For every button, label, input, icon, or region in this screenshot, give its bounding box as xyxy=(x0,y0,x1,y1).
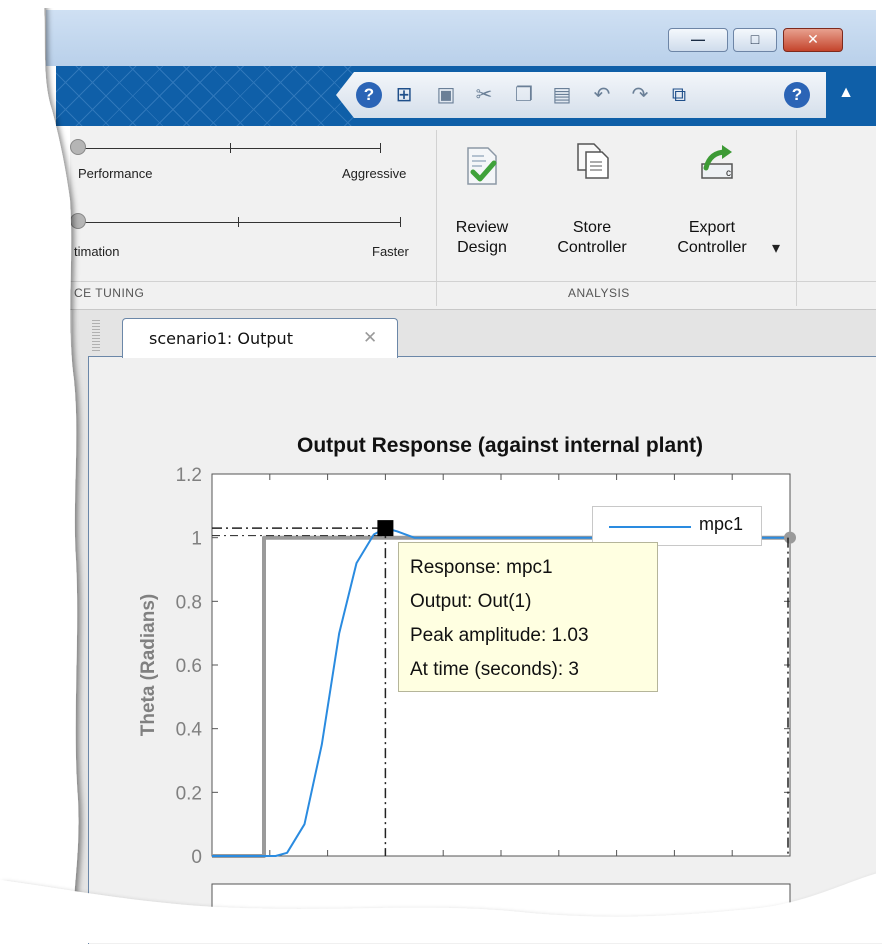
app-window: — □ ✕ ? ⊞ ▣ ✂ ❐ ▤ ↶ ↷ ⧉ ? ▲ Performance … xyxy=(0,0,882,944)
y-tick-label: 0.8 xyxy=(176,592,202,613)
datatip[interactable]: Response: mpc1 Output: Out(1) Peak ampli… xyxy=(398,542,658,692)
y-axis-label: Theta (Radians) xyxy=(138,594,159,737)
y-tick-label: 0 xyxy=(191,847,202,868)
datatip-output: Output: Out(1) xyxy=(410,591,532,612)
peak-marker xyxy=(377,520,394,537)
chart-title: Output Response (against internal plant) xyxy=(297,434,703,457)
y-tick-label: 0.2 xyxy=(176,783,202,804)
y-tick-label: 0.6 xyxy=(176,656,202,677)
y-tick-label: 1 xyxy=(191,529,202,550)
output-response-chart: Output Response (against internal plant)… xyxy=(138,434,796,943)
datatip-peak-amplitude: Peak amplitude: 1.03 xyxy=(410,625,589,646)
datatip-time: At time (seconds): 3 xyxy=(410,659,579,680)
series-end-marker xyxy=(784,531,796,544)
second-plot-area xyxy=(211,883,791,943)
y-tick-label: 0.4 xyxy=(176,720,203,741)
chart-legend[interactable]: mpc1 xyxy=(592,506,762,546)
y-tick-label: 1.2 xyxy=(176,465,202,486)
legend-swatch xyxy=(609,526,691,528)
datatip-response: Response: mpc1 xyxy=(410,557,553,578)
legend-entry-mpc1: mpc1 xyxy=(699,514,744,534)
